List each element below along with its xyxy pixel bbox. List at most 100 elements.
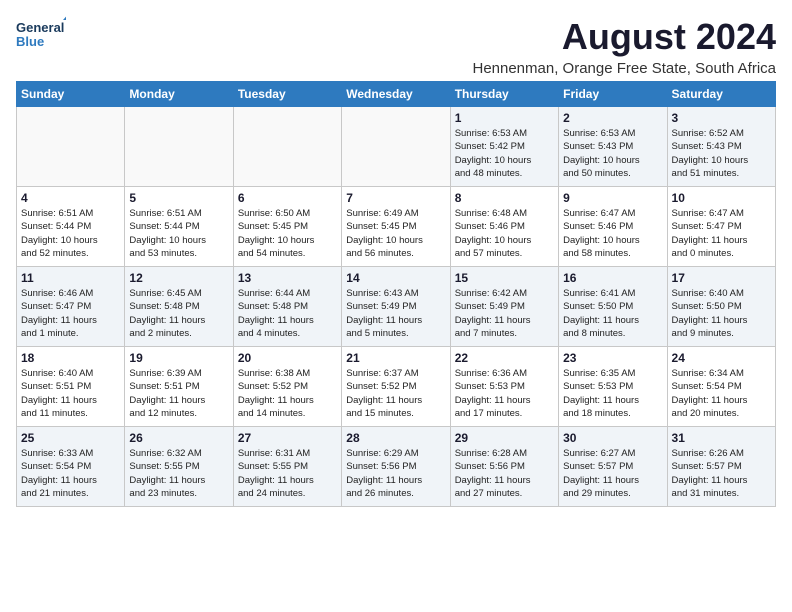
day-number: 8: [455, 191, 554, 205]
day-info: Sunrise: 6:46 AM Sunset: 5:47 PM Dayligh…: [21, 287, 120, 340]
day-number: 29: [455, 431, 554, 445]
day-number: 10: [672, 191, 771, 205]
day-info: Sunrise: 6:45 AM Sunset: 5:48 PM Dayligh…: [129, 287, 228, 340]
day-number: 20: [238, 351, 337, 365]
calendar-cell: 11 Sunrise: 6:46 AM Sunset: 5:47 PM Dayli…: [17, 267, 125, 347]
day-number: 14: [346, 271, 445, 285]
calendar-cell: 28Sunrise: 6:29 AM Sunset: 5:56 PM Dayli…: [342, 427, 450, 507]
day-info: Sunrise: 6:47 AM Sunset: 5:46 PM Dayligh…: [563, 207, 662, 260]
day-number: 2: [563, 111, 662, 125]
day-info: Sunrise: 6:51 AM Sunset: 5:44 PM Dayligh…: [21, 207, 120, 260]
day-info: Sunrise: 6:36 AM Sunset: 5:53 PM Dayligh…: [455, 367, 554, 420]
calendar-cell: 15 Sunrise: 6:42 AM Sunset: 5:49 PM Dayli…: [450, 267, 558, 347]
day-info: Sunrise: 6:40 AM Sunset: 5:50 PM Dayligh…: [672, 287, 771, 340]
weekday-header-friday: Friday: [559, 82, 667, 107]
day-info: Sunrise: 6:34 AM Sunset: 5:54 PM Dayligh…: [672, 367, 771, 420]
calendar-cell: [17, 107, 125, 187]
day-info: Sunrise: 6:49 AM Sunset: 5:45 PM Dayligh…: [346, 207, 445, 260]
day-number: 4: [21, 191, 120, 205]
day-info: Sunrise: 6:53 AM Sunset: 5:42 PM Dayligh…: [455, 127, 554, 180]
day-number: 19: [129, 351, 228, 365]
day-number: 22: [455, 351, 554, 365]
calendar-cell: 3Sunrise: 6:52 AM Sunset: 5:43 PM Daylig…: [667, 107, 775, 187]
day-info: Sunrise: 6:47 AM Sunset: 5:47 PM Dayligh…: [672, 207, 771, 260]
day-number: 31: [672, 431, 771, 445]
day-info: Sunrise: 6:28 AM Sunset: 5:56 PM Dayligh…: [455, 447, 554, 500]
day-number: 9: [563, 191, 662, 205]
day-info: Sunrise: 6:35 AM Sunset: 5:53 PM Dayligh…: [563, 367, 662, 420]
calendar-cell: 24 Sunrise: 6:34 AM Sunset: 5:54 PM Dayli…: [667, 347, 775, 427]
day-info: Sunrise: 6:51 AM Sunset: 5:44 PM Dayligh…: [129, 207, 228, 260]
month-year-title: August 2024: [66, 16, 776, 58]
weekday-header-tuesday: Tuesday: [233, 82, 341, 107]
day-number: 18: [21, 351, 120, 365]
day-info: Sunrise: 6:26 AM Sunset: 5:57 PM Dayligh…: [672, 447, 771, 500]
day-number: 5: [129, 191, 228, 205]
day-number: 13: [238, 271, 337, 285]
calendar-cell: 4 Sunrise: 6:51 AM Sunset: 5:44 PM Daylig…: [17, 187, 125, 267]
calendar-cell: 12 Sunrise: 6:45 AM Sunset: 5:48 PM Dayli…: [125, 267, 233, 347]
day-info: Sunrise: 6:29 AM Sunset: 5:56 PM Dayligh…: [346, 447, 445, 500]
calendar-cell: 7Sunrise: 6:49 AM Sunset: 5:45 PM Daylig…: [342, 187, 450, 267]
day-info: Sunrise: 6:33 AM Sunset: 5:54 PM Dayligh…: [21, 447, 120, 500]
logo-svg: General Blue: [16, 16, 66, 56]
calendar-table: SundayMondayTuesdayWednesdayThursdayFrid…: [16, 81, 776, 507]
calendar-cell: 16 Sunrise: 6:41 AM Sunset: 5:50 PM Dayli…: [559, 267, 667, 347]
location-subtitle: Hennenman, Orange Free State, South Afri…: [66, 60, 776, 77]
day-info: Sunrise: 6:32 AM Sunset: 5:55 PM Dayligh…: [129, 447, 228, 500]
day-number: 17: [672, 271, 771, 285]
day-number: 11: [21, 271, 120, 285]
day-info: Sunrise: 6:41 AM Sunset: 5:50 PM Dayligh…: [563, 287, 662, 340]
day-info: Sunrise: 6:52 AM Sunset: 5:43 PM Dayligh…: [672, 127, 771, 180]
day-info: Sunrise: 6:38 AM Sunset: 5:52 PM Dayligh…: [238, 367, 337, 420]
calendar-cell: 25 Sunrise: 6:33 AM Sunset: 5:54 PM Dayli…: [17, 427, 125, 507]
logo: General Blue: [16, 16, 66, 56]
calendar-cell: 14 Sunrise: 6:43 AM Sunset: 5:49 PM Dayli…: [342, 267, 450, 347]
calendar-cell: 8 Sunrise: 6:48 AM Sunset: 5:46 PM Daylig…: [450, 187, 558, 267]
calendar-cell: 22 Sunrise: 6:36 AM Sunset: 5:53 PM Dayli…: [450, 347, 558, 427]
day-info: Sunrise: 6:39 AM Sunset: 5:51 PM Dayligh…: [129, 367, 228, 420]
calendar-cell: 20 Sunrise: 6:38 AM Sunset: 5:52 PM Dayli…: [233, 347, 341, 427]
day-number: 16: [563, 271, 662, 285]
title-block: August 2024 Hennenman, Orange Free State…: [66, 16, 776, 77]
weekday-header-sunday: Sunday: [17, 82, 125, 107]
day-number: 27: [238, 431, 337, 445]
calendar-cell: 10 Sunrise: 6:47 AM Sunset: 5:47 PM Dayli…: [667, 187, 775, 267]
calendar-cell: 6 Sunrise: 6:50 AM Sunset: 5:45 PM Daylig…: [233, 187, 341, 267]
day-info: Sunrise: 6:50 AM Sunset: 5:45 PM Dayligh…: [238, 207, 337, 260]
calendar-cell: 27 Sunrise: 6:31 AM Sunset: 5:55 PM Dayli…: [233, 427, 341, 507]
day-number: 15: [455, 271, 554, 285]
day-info: Sunrise: 6:37 AM Sunset: 5:52 PM Dayligh…: [346, 367, 445, 420]
calendar-cell: 23Sunrise: 6:35 AM Sunset: 5:53 PM Dayli…: [559, 347, 667, 427]
day-info: Sunrise: 6:43 AM Sunset: 5:49 PM Dayligh…: [346, 287, 445, 340]
day-info: Sunrise: 6:53 AM Sunset: 5:43 PM Dayligh…: [563, 127, 662, 180]
calendar-cell: 5 Sunrise: 6:51 AM Sunset: 5:44 PM Daylig…: [125, 187, 233, 267]
day-info: Sunrise: 6:44 AM Sunset: 5:48 PM Dayligh…: [238, 287, 337, 340]
svg-text:Blue: Blue: [16, 34, 44, 49]
day-number: 24: [672, 351, 771, 365]
calendar-cell: 1 Sunrise: 6:53 AM Sunset: 5:42 PM Daylig…: [450, 107, 558, 187]
svg-text:General: General: [16, 20, 64, 35]
day-number: 1: [455, 111, 554, 125]
day-info: Sunrise: 6:40 AM Sunset: 5:51 PM Dayligh…: [21, 367, 120, 420]
calendar-cell: [125, 107, 233, 187]
calendar-cell: 30Sunrise: 6:27 AM Sunset: 5:57 PM Dayli…: [559, 427, 667, 507]
weekday-header-monday: Monday: [125, 82, 233, 107]
calendar-cell: 13 Sunrise: 6:44 AM Sunset: 5:48 PM Dayli…: [233, 267, 341, 347]
day-number: 26: [129, 431, 228, 445]
calendar-cell: 26 Sunrise: 6:32 AM Sunset: 5:55 PM Dayli…: [125, 427, 233, 507]
calendar-cell: 19 Sunrise: 6:39 AM Sunset: 5:51 PM Dayli…: [125, 347, 233, 427]
weekday-header-wednesday: Wednesday: [342, 82, 450, 107]
calendar-cell: 18 Sunrise: 6:40 AM Sunset: 5:51 PM Dayli…: [17, 347, 125, 427]
day-info: Sunrise: 6:27 AM Sunset: 5:57 PM Dayligh…: [563, 447, 662, 500]
day-number: 6: [238, 191, 337, 205]
calendar-cell: 29 Sunrise: 6:28 AM Sunset: 5:56 PM Dayli…: [450, 427, 558, 507]
day-number: 25: [21, 431, 120, 445]
day-info: Sunrise: 6:42 AM Sunset: 5:49 PM Dayligh…: [455, 287, 554, 340]
day-info: Sunrise: 6:48 AM Sunset: 5:46 PM Dayligh…: [455, 207, 554, 260]
weekday-header-thursday: Thursday: [450, 82, 558, 107]
day-info: Sunrise: 6:31 AM Sunset: 5:55 PM Dayligh…: [238, 447, 337, 500]
day-number: 12: [129, 271, 228, 285]
calendar-cell: 17 Sunrise: 6:40 AM Sunset: 5:50 PM Dayli…: [667, 267, 775, 347]
calendar-cell: [233, 107, 341, 187]
